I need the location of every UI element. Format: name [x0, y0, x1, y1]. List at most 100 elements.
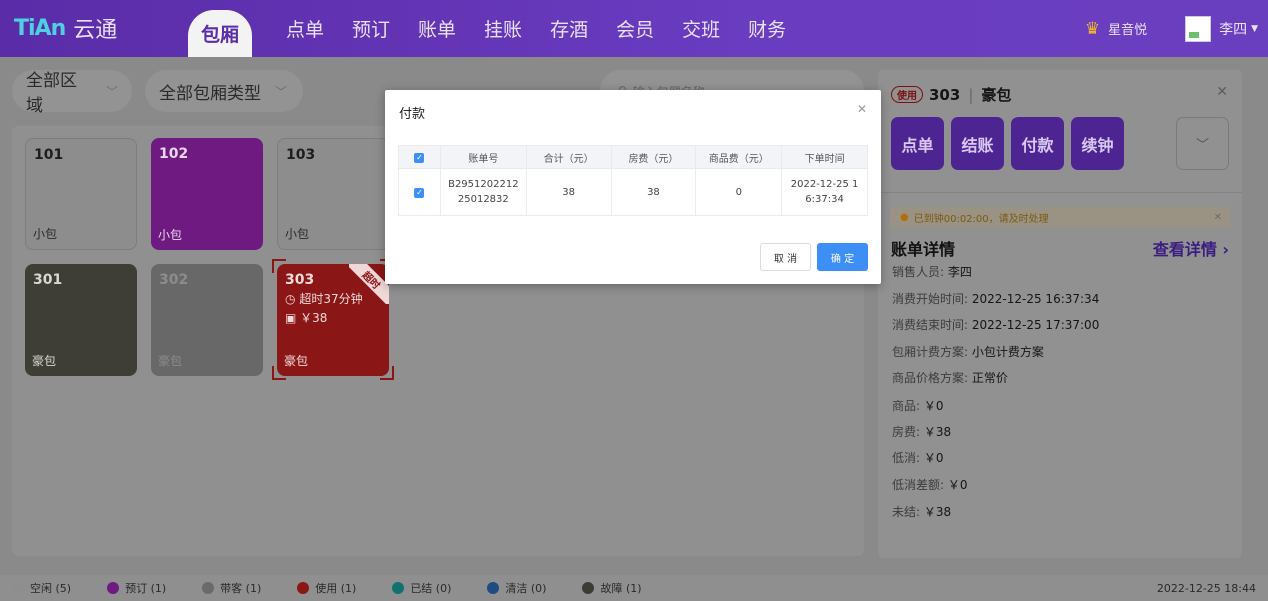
- column-header: 下单时间: [781, 145, 868, 169]
- room-number: 102: [159, 146, 189, 162]
- store-name[interactable]: 星音悦: [1108, 19, 1147, 38]
- chevron-down-icon: ﹀: [105, 84, 118, 99]
- legend-item-fault[interactable]: 故障 (1): [582, 580, 642, 596]
- detail-row-key: 商品:: [892, 399, 921, 413]
- current-time: 2022-12-25 18:44: [1156, 582, 1256, 595]
- legend-dot: [202, 582, 215, 594]
- bill-detail-heading: 账单详情: [891, 240, 956, 259]
- confirm-button[interactable]: 确 定: [817, 243, 868, 271]
- room-detail-panel: 使用 303 | 豪包 ✕ 点单 结账 付款 续钟 ﹀ ● 已到钟00:02:0…: [878, 70, 1242, 558]
- user-area: ♛ 星音悦 李四 ▼: [1085, 0, 1258, 57]
- cancel-button[interactable]: 取 消: [760, 243, 811, 271]
- detail-row-value: 2022-12-25 17:37:00: [971, 318, 1100, 332]
- legend-item-using[interactable]: 使用 (1): [297, 580, 356, 596]
- crown-icon: ♛: [1084, 18, 1101, 39]
- column-header: 账单号: [439, 145, 527, 169]
- legend-label: 已结 (0): [410, 582, 452, 595]
- nav-item-credit[interactable]: 挂账: [470, 0, 536, 57]
- detail-row-value: ￥38: [923, 425, 952, 439]
- caret-down-icon[interactable]: ▼: [1251, 24, 1258, 34]
- select-all-checkbox[interactable]: ✓: [414, 152, 425, 163]
- view-detail-label: 查看详情: [1152, 240, 1217, 259]
- detail-row-key: 包厢计费方案:: [892, 345, 969, 359]
- warning-icon: ●: [900, 211, 909, 223]
- selection-corner: [272, 366, 286, 380]
- legend-item-idle[interactable]: 空闲 (5): [12, 580, 71, 596]
- table-row[interactable]: ✓ B295120221225012832 38 38 0 2022-12-25…: [398, 168, 868, 216]
- detail-row-price-plan: 商品价格方案: 正常价: [892, 369, 1008, 386]
- detail-row-salesperson: 销售人员: 李四: [892, 263, 972, 280]
- logo-mark: TiAn: [14, 15, 66, 41]
- nav-item-order[interactable]: 点单: [272, 0, 338, 57]
- room-number: 302: [159, 272, 189, 288]
- detail-row-goods: 商品: ￥0: [892, 397, 944, 414]
- checkout-button[interactable]: 结账: [951, 117, 1004, 170]
- legend-dot: [107, 582, 120, 594]
- close-icon[interactable]: ✕: [857, 102, 867, 116]
- divider: [878, 192, 1242, 193]
- bill-table: ✓ 账单号 合计（元） 房费（元） 商品费（元） 下单时间 ✓ B2951202…: [398, 145, 868, 216]
- logo-text: 云通: [73, 18, 118, 43]
- legend-label: 预订 (1): [125, 582, 167, 595]
- detail-row-room-fee: 房费: ￥38: [892, 423, 951, 440]
- detail-row-room-plan: 包厢计费方案: 小包计费方案: [892, 343, 1044, 360]
- nav-item-finance[interactable]: 财务: [734, 0, 800, 57]
- room-number: 101: [34, 147, 64, 163]
- room-card-303[interactable]: 303 ◷ 超时37分钟 ▣ ￥38 豪包 超时: [277, 264, 389, 376]
- legend-item-cleaning[interactable]: 清洁 (0): [487, 580, 546, 596]
- detail-row-min-spend: 低消: ￥0: [892, 449, 944, 466]
- more-actions-button[interactable]: ﹀: [1176, 117, 1229, 170]
- nav-item-rooms[interactable]: 包厢: [188, 10, 252, 57]
- order-button[interactable]: 点单: [891, 117, 944, 170]
- detail-row-key: 房费:: [892, 425, 921, 439]
- app-logo[interactable]: TiAn 云通: [14, 14, 118, 44]
- detail-row-key: 商品价格方案:: [892, 371, 969, 385]
- detail-row-start-time: 消费开始时间: 2022-12-25 16:37:34: [892, 290, 1099, 307]
- payment-dialog: 付款 ✕ ✓ 账单号 合计（元） 房费（元） 商品费（元） 下单时间 ✓ B29…: [385, 90, 881, 284]
- avatar[interactable]: [1185, 15, 1212, 42]
- nav-item-wine-storage[interactable]: 存酒: [536, 0, 602, 57]
- user-name[interactable]: 李四: [1219, 19, 1247, 39]
- detail-row-value: ￥0: [923, 399, 944, 413]
- extend-time-button[interactable]: 续钟: [1071, 117, 1124, 170]
- room-type: 小包: [158, 228, 183, 242]
- detail-row-value: ￥0: [947, 478, 968, 492]
- detail-row-key: 消费结束时间:: [892, 318, 969, 332]
- area-select[interactable]: 全部区域 ﹀: [12, 70, 132, 116]
- room-card-302[interactable]: 302 豪包: [151, 264, 263, 376]
- nav-item-reservation[interactable]: 预订: [338, 0, 404, 57]
- detail-row-value: 2022-12-25 16:37:34: [971, 292, 1100, 306]
- pay-button[interactable]: 付款: [1011, 117, 1064, 170]
- detail-row-value: 正常价: [971, 371, 1008, 385]
- chevron-down-icon: ﹀: [275, 84, 288, 99]
- area-select-value: 全部区域: [26, 71, 77, 116]
- view-detail-link[interactable]: 查看详情 ›: [1153, 236, 1229, 260]
- selection-corner: [380, 366, 394, 380]
- chevron-down-icon: ﹀: [1195, 138, 1209, 153]
- room-type: 小包: [33, 227, 58, 241]
- detail-row-key: 消费开始时间:: [892, 292, 969, 306]
- close-icon[interactable]: ✕: [1214, 212, 1222, 223]
- room-card-301[interactable]: 301 豪包: [25, 264, 137, 376]
- room-type-select[interactable]: 全部包厢类型 ﹀: [145, 70, 303, 112]
- legend-item-settled[interactable]: 已结 (0): [392, 580, 451, 596]
- legend-item-reserved[interactable]: 预订 (1): [107, 580, 166, 596]
- nav-item-shift[interactable]: 交班: [668, 0, 734, 57]
- legend-item-with-guest[interactable]: 带客 (1): [202, 580, 261, 596]
- legend-dot: [297, 582, 310, 594]
- room-card-103[interactable]: 103 小包: [277, 138, 389, 250]
- room-card-102[interactable]: 102 小包: [151, 138, 263, 250]
- amount-text: ￥38: [300, 311, 328, 325]
- nav-item-members[interactable]: 会员: [602, 0, 668, 57]
- nav-item-bills[interactable]: 账单: [404, 0, 470, 57]
- status-badge: 使用: [891, 86, 923, 103]
- room-status-legend: 空闲 (5) 预订 (1) 带客 (1) 使用 (1) 已结 (0) 清洁 (0…: [0, 575, 1268, 601]
- chevron-right-icon: ›: [1222, 240, 1229, 259]
- detail-room-number: 303: [929, 85, 961, 104]
- close-icon[interactable]: ✕: [1216, 84, 1228, 100]
- room-card-101[interactable]: 101 小包: [25, 138, 137, 250]
- room-type: 豪包: [32, 354, 57, 368]
- column-header: 商品费（元）: [695, 145, 783, 169]
- row-checkbox[interactable]: ✓: [414, 187, 425, 198]
- detail-row-key: 低消:: [892, 451, 921, 465]
